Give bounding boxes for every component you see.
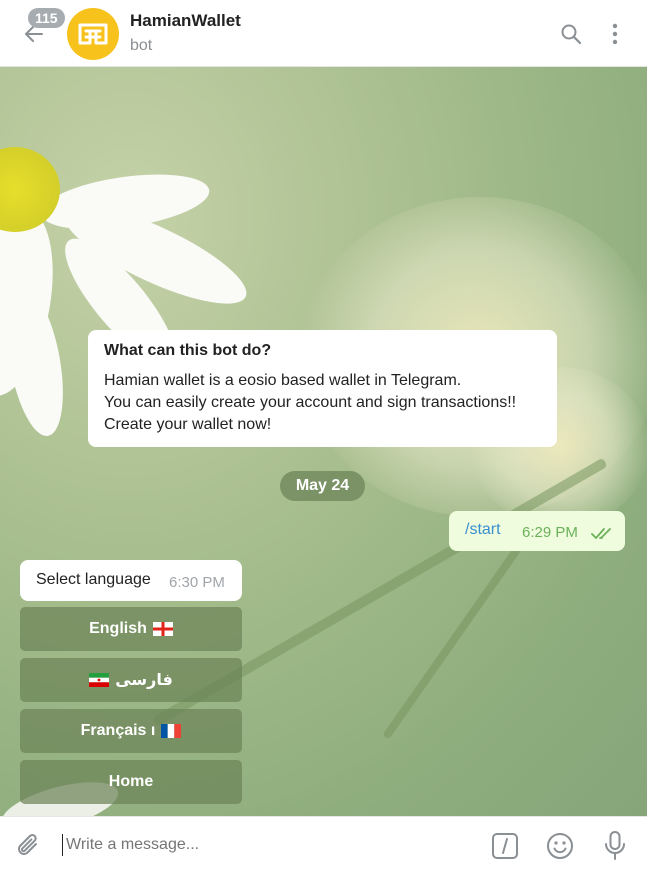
chat-header: 115 HamianWallet bot: [0, 0, 647, 67]
keyboard-button-label: English: [89, 620, 147, 637]
iran-flag-icon: [89, 673, 110, 687]
microphone-icon[interactable]: [602, 830, 628, 867]
keyboard-button-francais[interactable]: Français ı: [20, 709, 242, 753]
keyboard-button-label: فارسی: [115, 672, 173, 689]
keyboard-button-label: Français ı: [80, 722, 156, 739]
bot-description-line: You can easily create your account and s…: [104, 394, 517, 411]
message-text-command-link[interactable]: /start: [465, 521, 501, 539]
smiley-icon[interactable]: [545, 831, 575, 866]
message-text: Select language: [36, 571, 151, 588]
search-icon[interactable]: [559, 22, 583, 51]
bot-description-line: Hamian wallet is a eosio based wallet in…: [104, 372, 462, 389]
paperclip-icon[interactable]: [16, 832, 42, 865]
keyboard-button-english[interactable]: English: [20, 607, 242, 651]
message-time: 6:29 PM: [522, 524, 578, 541]
incoming-message[interactable]: Select language 6:30 PM: [20, 560, 242, 601]
text-cursor: [62, 834, 63, 856]
message-composer: [0, 816, 647, 874]
keyboard-button-farsi[interactable]: فارسی: [20, 658, 242, 702]
bot-description-line: Create your wallet now!: [104, 416, 272, 433]
bot-description-body: Hamian wallet is a eosio based wallet in…: [104, 370, 541, 436]
slash-command-icon[interactable]: [491, 832, 519, 865]
unread-count-badge: 115: [28, 8, 65, 28]
avatar[interactable]: [67, 8, 119, 60]
keyboard-button-home[interactable]: Home: [20, 760, 242, 804]
england-flag-icon: [152, 622, 173, 636]
chat-subtitle: bot: [130, 37, 153, 54]
bot-description-card: What can this bot do? Hamian wallet is a…: [88, 330, 557, 447]
message-input[interactable]: [66, 834, 466, 856]
hamian-logo-icon: [78, 23, 108, 45]
message-time: 6:30 PM: [169, 574, 225, 591]
keyboard-button-label: Home: [108, 773, 154, 790]
chat-title[interactable]: HamianWallet: [130, 11, 241, 31]
outgoing-message[interactable]: /start 6:29 PM: [449, 511, 625, 551]
france-flag-icon: [161, 724, 182, 738]
double-check-icon: [591, 527, 615, 545]
date-separator: May 24: [280, 471, 365, 501]
bot-description-title: What can this bot do?: [104, 342, 272, 359]
more-vertical-icon[interactable]: [608, 22, 622, 51]
chat-history[interactable]: What can this bot do? Hamian wallet is a…: [0, 67, 647, 816]
